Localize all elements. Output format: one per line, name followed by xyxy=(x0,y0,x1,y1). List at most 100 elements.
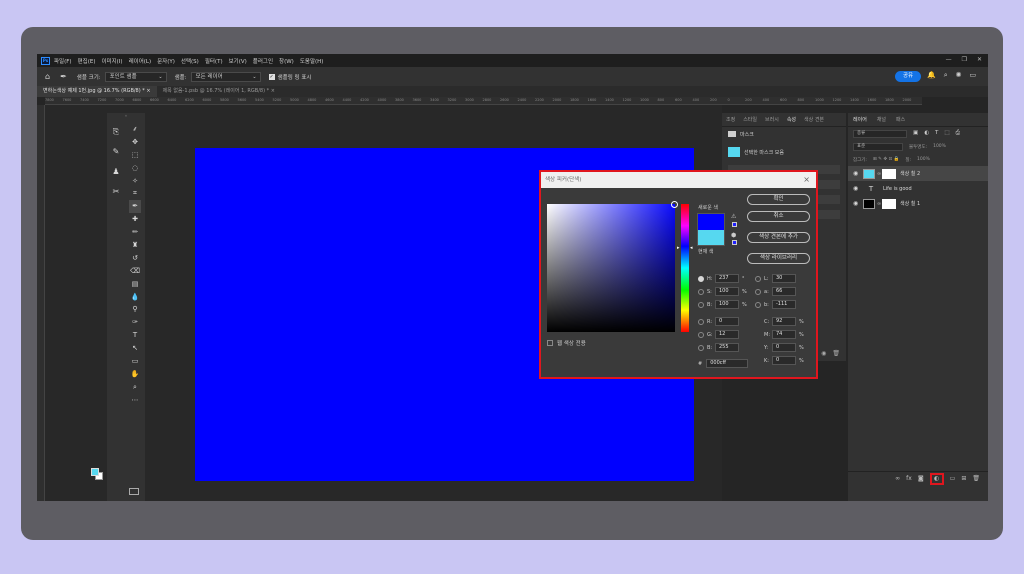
gradient-tool-icon[interactable]: ▤ xyxy=(129,278,141,291)
history-brush-tool-icon[interactable]: ↺ xyxy=(129,252,141,265)
adjustment-layer-icon[interactable]: ◐ xyxy=(934,475,939,482)
show-ring-checkbox[interactable]: ✓ xyxy=(268,73,275,80)
blend-mode-select[interactable]: 표준 xyxy=(853,142,903,151)
tab-adjustments[interactable]: 조정 xyxy=(722,113,739,126)
tab-channels[interactable]: 채널 xyxy=(872,113,891,126)
input-a[interactable]: 66 xyxy=(772,287,796,296)
radio-a[interactable] xyxy=(755,288,761,295)
close-icon[interactable]: × xyxy=(803,172,810,188)
close-window-icon[interactable]: ✕ xyxy=(977,56,982,63)
history-brush-icon[interactable]: ⎘ xyxy=(111,127,121,137)
brush-tool-icon[interactable]: ✏ xyxy=(129,226,141,239)
path-select-icon[interactable]: ↖ xyxy=(129,342,141,355)
radio-blue[interactable] xyxy=(698,344,704,351)
pixel-filter-icon[interactable]: ▣ xyxy=(913,130,918,137)
input-b[interactable]: 100 xyxy=(715,300,739,309)
radio-r[interactable] xyxy=(698,318,704,325)
web-only-checkbox[interactable] xyxy=(547,340,553,346)
input-m[interactable]: 74 xyxy=(772,330,796,339)
link-layers-icon[interactable]: ∞ xyxy=(895,475,900,482)
menu-file[interactable]: 파일(F) xyxy=(54,57,72,65)
layer-row-color-fill-2[interactable]: ◉ ∞ 색상 칠 2 xyxy=(848,166,988,181)
input-y[interactable]: 0 xyxy=(772,343,796,352)
menu-filter[interactable]: 필터(T) xyxy=(205,57,223,65)
lock-icons[interactable]: ⊞ ✎ ✥ ⊡ 🔒 xyxy=(873,157,899,162)
clone-stamp-icon[interactable]: ♜ xyxy=(129,239,141,252)
discover-icon[interactable]: ✺ xyxy=(956,71,962,80)
dodge-tool-icon[interactable]: ⚲ xyxy=(129,303,141,316)
tool-preset-icon[interactable]: ✂ xyxy=(111,187,121,197)
menu-select[interactable]: 선택(S) xyxy=(181,57,199,65)
blur-tool-icon[interactable]: 💧 xyxy=(129,291,141,304)
smart-filter-icon[interactable]: ⎙ xyxy=(956,130,960,137)
share-button[interactable]: 공유 xyxy=(895,71,921,82)
input-h[interactable]: 237 xyxy=(715,274,739,283)
menu-help[interactable]: 도움말(H) xyxy=(300,57,324,65)
zoom-tool-icon[interactable]: ⌕ xyxy=(129,381,141,394)
hue-slider-arrow-right[interactable]: ◂ xyxy=(690,245,693,251)
hex-input[interactable]: 000cff xyxy=(706,359,749,368)
foreground-color-swatch[interactable] xyxy=(91,468,99,476)
type-tool-icon[interactable]: T xyxy=(129,329,141,342)
type-filter-icon[interactable]: T xyxy=(935,130,938,137)
menu-plugins[interactable]: 플러그인 xyxy=(253,57,273,65)
quick-select-icon[interactable]: ✧ xyxy=(129,175,141,188)
layer-kind-select[interactable]: 종류 xyxy=(853,129,907,138)
web-safe-cube-icon[interactable]: ⬢ xyxy=(731,232,736,239)
visibility-icon[interactable]: ◉ xyxy=(821,350,826,357)
radio-l[interactable] xyxy=(755,275,761,282)
search-icon[interactable]: ⌕ xyxy=(944,71,948,80)
color-picker-marker[interactable] xyxy=(671,201,678,208)
bell-icon[interactable]: 🔔 xyxy=(927,71,936,80)
tab-styles[interactable]: 스타일 xyxy=(739,113,761,126)
restore-icon[interactable]: ❐ xyxy=(962,56,967,63)
eye-icon[interactable]: ◉ xyxy=(853,200,863,207)
eye-icon[interactable]: ◉ xyxy=(853,185,863,192)
character-icon[interactable]: ♟ xyxy=(111,167,121,177)
hue-slider[interactable] xyxy=(681,204,689,332)
menu-view[interactable]: 보기(V) xyxy=(229,57,247,65)
menu-layer[interactable]: 레이어(L) xyxy=(129,57,152,65)
crop-tool-icon[interactable]: ⌗ xyxy=(129,187,141,200)
move-tool-icon[interactable]: ✥ xyxy=(129,136,141,149)
folder-icon[interactable]: ▭ xyxy=(950,475,956,482)
eye-icon[interactable]: ◉ xyxy=(853,170,863,177)
gamut-warning-icon[interactable]: ⚠ xyxy=(731,213,736,220)
add-mask-icon[interactable]: ◙ xyxy=(918,475,924,482)
brush-preset-icon[interactable]: ✎ xyxy=(111,147,121,157)
sample-size-select[interactable]: 포인트 샘플 ⌄ xyxy=(104,71,167,82)
lasso-tool-icon[interactable]: ◌ xyxy=(129,162,141,175)
collapse-icon[interactable]: « xyxy=(107,113,145,119)
menu-image[interactable]: 이미지(I) xyxy=(101,57,122,65)
sample-layers-select[interactable]: 모든 레이어 ⌄ xyxy=(190,71,261,82)
gamut-swatch[interactable] xyxy=(732,222,737,227)
web-safe-swatch[interactable] xyxy=(732,240,737,245)
saturation-brightness-field[interactable] xyxy=(547,201,678,332)
input-r[interactable]: 0 xyxy=(715,317,739,326)
fx-icon[interactable]: fx xyxy=(906,475,912,482)
rectangle-tool-icon[interactable]: ▭ xyxy=(129,355,141,368)
tab-document-1[interactable]: 변하는색상 예제 1번.jpg @ 16.7% (RGB/8) * × xyxy=(37,86,157,97)
radio-h[interactable] xyxy=(698,275,704,282)
menu-window[interactable]: 창(W) xyxy=(279,57,294,65)
layer-row-text[interactable]: ◉ T Life is good xyxy=(848,181,988,196)
radio-b[interactable] xyxy=(698,301,704,308)
eyedropper-tool-icon[interactable]: ✒ xyxy=(60,72,67,81)
radio-lab-b[interactable] xyxy=(755,301,761,308)
eyedropper-icon[interactable]: ✒ xyxy=(129,200,141,214)
ok-button[interactable]: 확인 xyxy=(747,194,810,205)
current-color-swatch[interactable] xyxy=(697,230,725,246)
input-lab-b[interactable]: -111 xyxy=(772,300,796,309)
more-tools-icon[interactable]: ⋯ xyxy=(129,394,141,407)
healing-brush-icon[interactable]: ✚ xyxy=(129,213,141,226)
input-blue[interactable]: 255 xyxy=(715,343,739,352)
radio-g[interactable] xyxy=(698,331,704,338)
shape-filter-icon[interactable]: ⬚ xyxy=(944,130,949,137)
adjustment-filter-icon[interactable]: ◐ xyxy=(924,130,929,137)
tab-paths[interactable]: 패스 xyxy=(891,113,910,126)
artboard-icon[interactable]: ⸙ xyxy=(129,123,141,136)
pen-tool-icon[interactable]: ✑ xyxy=(129,316,141,329)
eraser-icon[interactable]: ⌫ xyxy=(129,265,141,278)
tab-document-2[interactable]: 제목 없음-1.psb @ 16.7% (레이어 1, RGB/8) * × xyxy=(157,86,281,97)
tab-layers[interactable]: 레이어 xyxy=(848,113,872,126)
